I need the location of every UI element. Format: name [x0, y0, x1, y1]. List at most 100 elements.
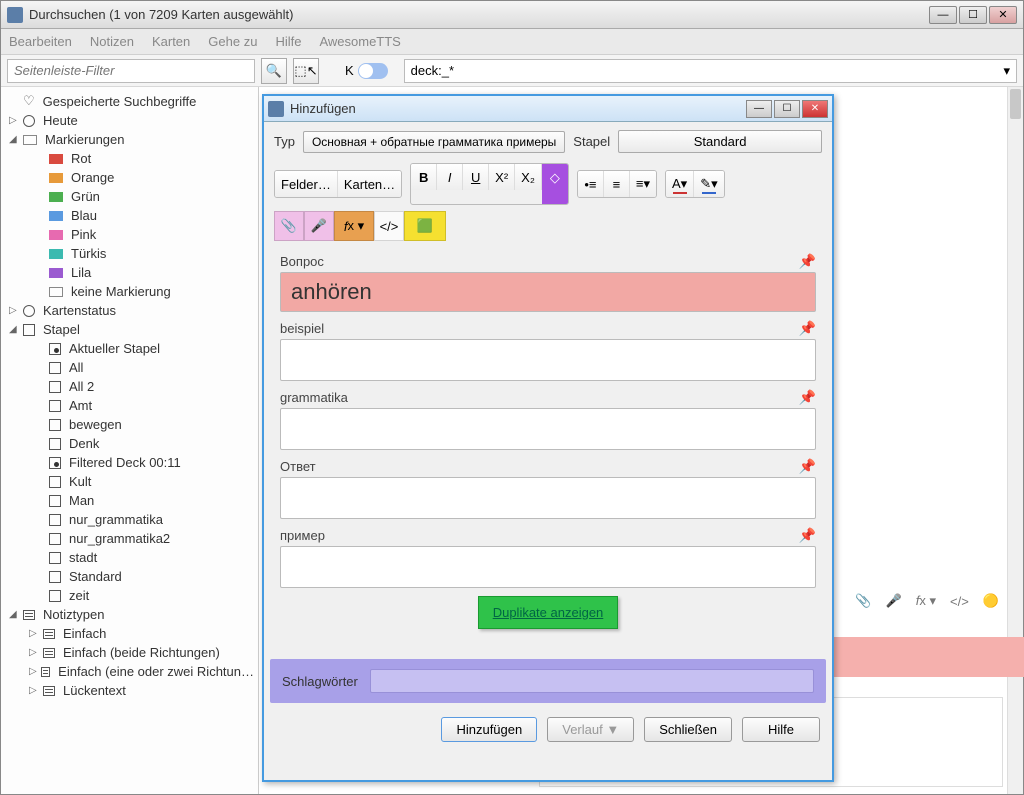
sidebar-cardstate[interactable]: ▷Kartenstatus	[1, 301, 258, 320]
flag-green-icon	[49, 192, 63, 202]
sidebar-deck-all2[interactable]: All 2	[1, 377, 258, 396]
sidebar-deck-filtered[interactable]: Filtered Deck 00:11	[1, 453, 258, 472]
notetype-selector[interactable]: Основная + обратные грамматика примеры	[303, 131, 565, 153]
sidebar-today[interactable]: ▷Heute	[1, 111, 258, 130]
field-primer[interactable]	[280, 546, 816, 588]
addon-button[interactable]: 🟩	[404, 211, 446, 241]
card-note-toggle[interactable]: K	[345, 63, 388, 79]
pin-icon[interactable]: 📌	[799, 320, 816, 337]
menu-help[interactable]: Hilfe	[275, 34, 301, 49]
sidebar-deck-kult[interactable]: Kult	[1, 472, 258, 491]
dialog-close-button[interactable]: ✕	[802, 100, 828, 118]
sidebar-notetype-einfach-both[interactable]: ▷Einfach (beide Richtungen)	[1, 643, 258, 662]
field-answer[interactable]	[280, 477, 816, 519]
history-button[interactable]: Verlauf ▼	[547, 717, 634, 742]
menu-awesometts[interactable]: AwesomeTTS	[319, 34, 400, 49]
sidebar-notetype-einfach-opt[interactable]: ▷Einfach (eine oder zwei Richtun…	[1, 662, 258, 681]
fields-area: Вопрос📌 anhören beispiel📌 grammatika📌 От…	[264, 249, 832, 645]
cards-button[interactable]: Karten…	[338, 171, 401, 197]
ol-button[interactable]: ≡	[604, 171, 630, 197]
sidebar-flag-orange[interactable]: Orange	[1, 168, 258, 187]
sidebar-deck-standard[interactable]: Standard	[1, 567, 258, 586]
sidebar-flag-red[interactable]: Rot	[1, 149, 258, 168]
menu-bar: Bearbeiten Notizen Karten Gehe zu Hilfe …	[1, 29, 1023, 55]
search-icon[interactable]: 🔍	[261, 58, 287, 84]
toggle-switch-icon[interactable]	[358, 63, 388, 79]
sidebar-notetype-einfach[interactable]: ▷Einfach	[1, 624, 258, 643]
sidebar-notetypes[interactable]: ◢Notiztypen	[1, 605, 258, 624]
sidebar-saved-searches[interactable]: ♡Gespeicherte Suchbegriffe	[1, 91, 258, 111]
pin-icon[interactable]: 📌	[799, 527, 816, 544]
sidebar-flag-lila[interactable]: Lila	[1, 263, 258, 282]
sidebar-flags[interactable]: ◢Markierungen	[1, 130, 258, 149]
sidebar-flag-turkis[interactable]: Türkis	[1, 244, 258, 263]
add-button[interactable]: Hinzufügen	[441, 717, 537, 742]
dialog-minimize-button[interactable]: —	[746, 100, 772, 118]
dropdown-icon[interactable]: ▾	[1003, 63, 1010, 79]
bold-button[interactable]: B	[411, 164, 437, 190]
superscript-button[interactable]: X²	[489, 164, 515, 190]
sidebar-deck-nurgram2[interactable]: nur_grammatika2	[1, 529, 258, 548]
menu-edit[interactable]: Bearbeiten	[9, 34, 72, 49]
media-toolbar: 📎 🎤 fx ▾ </> 🟩	[264, 207, 832, 249]
attach-button[interactable]: 📎	[274, 211, 304, 241]
field-grammatika[interactable]	[280, 408, 816, 450]
align-button[interactable]: ≡▾	[630, 171, 656, 197]
sidebar-deck-nurgram[interactable]: nur_grammatika	[1, 510, 258, 529]
sidebar-flag-blue[interactable]: Blau	[1, 206, 258, 225]
record-button[interactable]: 🎤	[304, 211, 334, 241]
sidebar-deck-current[interactable]: Aktueller Stapel	[1, 339, 258, 358]
search-field[interactable]: deck:_* ▾	[404, 59, 1017, 83]
scrollbar[interactable]	[1007, 87, 1023, 794]
code-icon[interactable]: </>	[950, 594, 969, 609]
sidebar-deck-denk[interactable]: Denk	[1, 434, 258, 453]
sidebar-deck-amt[interactable]: Amt	[1, 396, 258, 415]
subscript-button[interactable]: X₂	[515, 164, 542, 190]
pin-icon[interactable]: 📌	[799, 458, 816, 475]
sidebar-notetype-cloze[interactable]: ▷Lückentext	[1, 681, 258, 700]
sidebar-deck-man[interactable]: Man	[1, 491, 258, 510]
underline-button[interactable]: U	[463, 164, 489, 190]
sidebar-flag-none[interactable]: keine Markierung	[1, 282, 258, 301]
attach-icon[interactable]: 📎	[855, 593, 871, 609]
sidebar: ♡Gespeicherte Suchbegriffe ▷Heute ◢Marki…	[1, 87, 259, 794]
show-duplicates-button[interactable]: Duplikate anzeigen	[478, 596, 619, 629]
mic-icon[interactable]: 🎤	[886, 593, 902, 609]
html-button[interactable]: </>	[374, 211, 404, 241]
deck-selector[interactable]: Standard	[618, 130, 822, 153]
pin-icon[interactable]: 📌	[799, 253, 816, 270]
addon-icon[interactable]: 🟡	[983, 593, 999, 609]
dialog-maximize-button[interactable]: ☐	[774, 100, 800, 118]
menu-cards[interactable]: Karten	[152, 34, 190, 49]
highlight-button[interactable]: ✎▾	[694, 171, 723, 197]
fx-icon[interactable]: fx ▾	[916, 593, 936, 609]
sidebar-deck-stadt[interactable]: stadt	[1, 548, 258, 567]
fields-button[interactable]: Felder…	[275, 171, 338, 197]
tags-input[interactable]	[370, 669, 814, 693]
sidebar-deck-zeit[interactable]: zeit	[1, 586, 258, 605]
sidebar-decks[interactable]: ◢Stapel	[1, 320, 258, 339]
sidebar-flag-pink[interactable]: Pink	[1, 225, 258, 244]
close-dialog-button[interactable]: Schließen	[644, 717, 732, 742]
flag-pink-icon	[49, 230, 63, 240]
minimize-button[interactable]: —	[929, 6, 957, 24]
select-mode-icon[interactable]: ⬚↖	[293, 58, 319, 84]
clear-format-button[interactable]: ◇	[542, 164, 568, 204]
sidebar-deck-bewegen[interactable]: bewegen	[1, 415, 258, 434]
field-label-grammatika: grammatika	[280, 390, 348, 405]
field-question[interactable]: anhören	[280, 272, 816, 312]
pin-icon[interactable]: 📌	[799, 389, 816, 406]
menu-goto[interactable]: Gehe zu	[208, 34, 257, 49]
sidebar-filter-input[interactable]	[7, 59, 255, 83]
text-color-button[interactable]: A▾	[666, 171, 694, 197]
sidebar-flag-green[interactable]: Grün	[1, 187, 258, 206]
close-button[interactable]: ✕	[989, 6, 1017, 24]
help-button[interactable]: Hilfe	[742, 717, 820, 742]
italic-button[interactable]: I	[437, 164, 463, 190]
menu-notes[interactable]: Notizen	[90, 34, 134, 49]
ul-button[interactable]: •≡	[578, 171, 604, 197]
field-beispiel[interactable]	[280, 339, 816, 381]
equation-button[interactable]: fx ▾	[334, 211, 374, 241]
sidebar-deck-all[interactable]: All	[1, 358, 258, 377]
maximize-button[interactable]: ☐	[959, 6, 987, 24]
